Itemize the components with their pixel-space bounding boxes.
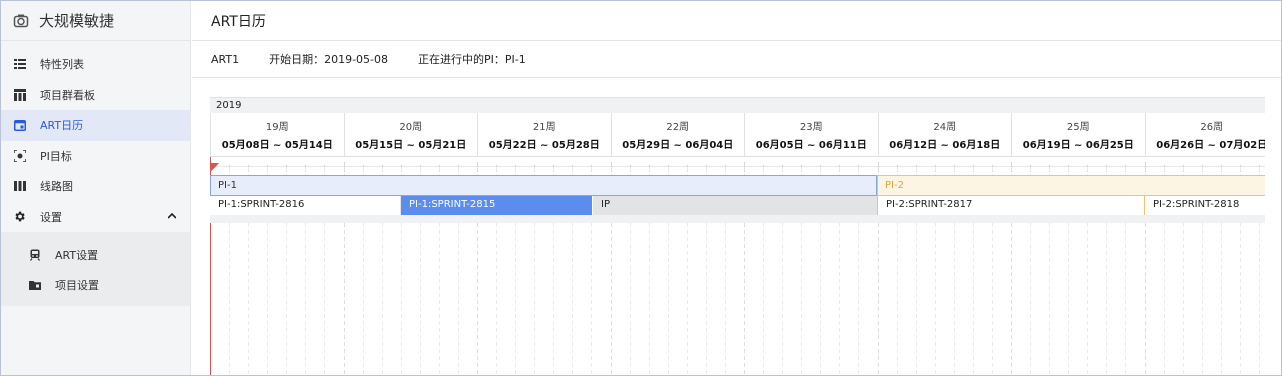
sprint-label: PI-1:SPRINT-2815	[409, 199, 496, 210]
start-date: 开始日期：2019-05-08	[269, 53, 389, 66]
sidebar-item-label: ART日历	[40, 119, 84, 133]
week-date-range: 06月19日 ~ 06月25日	[1022, 140, 1134, 151]
sprint-bar[interactable]: PI-2:SPRINT-2817	[877, 196, 1144, 215]
calendar-icon	[13, 119, 26, 132]
folder-icon	[28, 279, 41, 292]
today-flag-icon	[210, 157, 219, 172]
sidebar-item-settings[interactable]: 设置	[1, 202, 190, 233]
week-date-range: 05月22日 ~ 05月28日	[488, 140, 600, 151]
art-name: ART1	[211, 52, 240, 66]
app-window: 大规模敏捷 特性列表 项目群看板 ART日历 PI目标 线路图 设置 ART设置…	[0, 0, 1282, 376]
page-title: ART日历	[192, 1, 1281, 41]
week-header: 19周 05月08日 ~ 05月14日 20周 05月15日 ~ 05月21日 21周 0…	[210, 113, 1265, 157]
brand-name: 大规模敏捷	[39, 12, 115, 30]
week-date-range: 05月29日 ~ 06月04日	[622, 140, 734, 151]
week-number: 24周	[933, 122, 957, 133]
week-number: 22周	[666, 122, 690, 133]
week-number: 20周	[399, 122, 423, 133]
sidebar-item-label: PI目标	[40, 149, 72, 163]
list-icon	[13, 58, 26, 71]
settings-submenu: ART设置 项目设置	[1, 232, 190, 306]
art-calendar: 2019 19周 05月08日 ~ 05月14日 20周 05月15日 ~ 05月21…	[210, 97, 1265, 375]
sprint-label: IP	[601, 199, 610, 210]
art-info-bar: ART1 开始日期：2019-05-08 正在进行中的PI：PI-1	[192, 41, 1281, 78]
week-number: 25周	[1066, 122, 1090, 133]
target-icon	[13, 149, 26, 162]
week-number: 23周	[799, 122, 823, 133]
week-date-range: 06月05日 ~ 06月11日	[755, 140, 867, 151]
sidebar: 大规模敏捷 特性列表 项目群看板 ART日历 PI目标 线路图 设置 ART设置…	[1, 1, 191, 375]
sprint-label: PI-2:SPRINT-2817	[886, 199, 973, 210]
camera-icon	[13, 13, 29, 29]
sidebar-item-pi-objectives[interactable]: PI目标	[1, 141, 190, 172]
week-column: 23周 06月05日 ~ 06月11日	[744, 113, 878, 157]
sprint-bar-ip[interactable]: IP	[593, 196, 877, 215]
sidebar-nav: 特性列表 项目群看板 ART日历 PI目标 线路图 设置 ART设置 项目设置	[1, 41, 190, 306]
gear-icon	[13, 210, 26, 223]
sidebar-item-project-settings[interactable]: 项目设置	[1, 270, 190, 300]
board-icon	[13, 88, 26, 101]
week-date-range: 05月15日 ~ 05月21日	[355, 140, 467, 151]
week-date-range: 05月08日 ~ 05月14日	[221, 140, 333, 151]
main-content: ART日历 ART1 开始日期：2019-05-08 正在进行中的PI：PI-1…	[192, 1, 1281, 375]
sidebar-item-roadmap[interactable]: 线路图	[1, 171, 190, 202]
brand[interactable]: 大规模敏捷	[1, 1, 190, 41]
sidebar-item-art-settings[interactable]: ART设置	[1, 240, 190, 270]
sprint-row-divider	[210, 215, 1265, 223]
pi-bar-pi1[interactable]: PI-1	[210, 175, 877, 196]
pi-label: PI-1	[218, 180, 237, 191]
week-date-range: 06月12日 ~ 06月18日	[889, 140, 1001, 151]
week-column: 26周 06月26日 ~ 07月02日	[1144, 113, 1265, 157]
pi-bar-pi2[interactable]: PI-2	[877, 175, 1265, 196]
week-date-range: 06月26日 ~ 07月02日	[1156, 140, 1265, 151]
week-column: 20周 05月15日 ~ 05月21日	[343, 113, 477, 157]
sidebar-item-feature-list[interactable]: 特性列表	[1, 49, 190, 80]
week-number: 19周	[265, 122, 289, 133]
sidebar-item-label: 项目群看板	[40, 88, 95, 102]
sidebar-item-label: ART设置	[55, 249, 99, 262]
sidebar-item-label: 设置	[40, 210, 62, 224]
week-column: 19周 05月08日 ~ 05月14日	[210, 113, 344, 157]
sprint-bar[interactable]: PI-1:SPRINT-2816	[210, 196, 401, 215]
sidebar-item-label: 项目设置	[55, 279, 99, 292]
week-number: 21周	[532, 122, 556, 133]
week-column: 24周 06月12日 ~ 06月18日	[877, 113, 1011, 157]
train-icon	[28, 249, 41, 262]
current-pi: 正在进行中的PI：PI-1	[418, 53, 526, 66]
sprint-bar[interactable]: PI-2:SPRINT-2818	[1144, 196, 1265, 215]
sidebar-item-program-board[interactable]: 项目群看板	[1, 80, 190, 111]
week-column: 21周 05月22日 ~ 05月28日	[477, 113, 611, 157]
sprint-label: PI-2:SPRINT-2818	[1153, 199, 1240, 210]
sprint-label: PI-1:SPRINT-2816	[218, 199, 305, 210]
sidebar-item-art-calendar[interactable]: ART日历	[1, 110, 190, 141]
sidebar-item-label: 特性列表	[40, 58, 84, 72]
roadmap-icon	[13, 180, 26, 193]
chevron-up-icon[interactable]	[167, 212, 177, 222]
week-column: 22周 05月29日 ~ 06月04日	[610, 113, 744, 157]
pi-label: PI-2	[885, 180, 904, 191]
year-label: 2019	[210, 97, 1265, 113]
week-column: 25周 06月19日 ~ 06月25日	[1011, 113, 1145, 157]
sidebar-item-label: 线路图	[40, 180, 73, 194]
sprint-bar[interactable]: PI-1:SPRINT-2815	[401, 196, 592, 215]
day-ticks	[210, 157, 1265, 172]
week-number: 26周	[1200, 122, 1224, 133]
